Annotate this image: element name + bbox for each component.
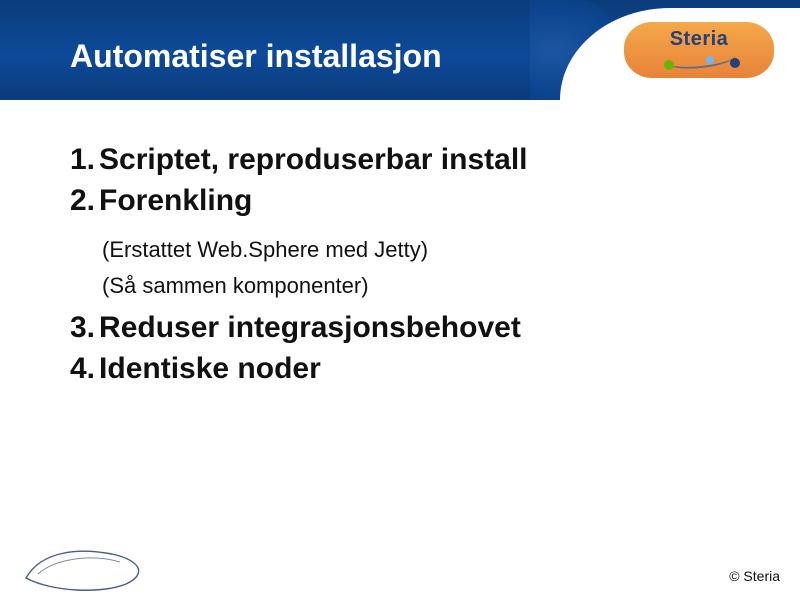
list-text: Reduser integrasjonsbehovet xyxy=(99,311,521,344)
list-text: Scriptet, reproduserbar install xyxy=(99,143,527,176)
copyright-text: © Steria xyxy=(729,568,780,584)
list-item: 3.Reduser integrasjonsbehovet xyxy=(70,308,760,349)
list-text: Forenkling xyxy=(99,184,252,217)
logo-text: Steria xyxy=(624,28,774,51)
footer-scribble-icon xyxy=(22,544,152,592)
list-text: Identiske noder xyxy=(99,352,321,385)
list-subitem: (Så sammen komponenter) xyxy=(102,271,760,301)
list-subitem: (Erstattet Web.Sphere med Jetty) xyxy=(102,235,760,265)
list-number: 1. xyxy=(70,143,95,176)
list-item: 4.Identiske noder xyxy=(70,349,760,390)
logo-dot-icon xyxy=(706,56,714,64)
content-area: 1.Scriptet, reproduserbar install 2.Fore… xyxy=(70,140,760,389)
slide-title: Automatiser installasjon xyxy=(70,38,442,75)
list-number: 2. xyxy=(70,184,95,217)
list-item: 1.Scriptet, reproduserbar install xyxy=(70,140,760,181)
list-number: 3. xyxy=(70,311,95,344)
slide: Automatiser installasjon Steria 1.Script… xyxy=(0,0,800,600)
steria-logo: Steria xyxy=(624,22,774,78)
logo-dot-icon xyxy=(730,58,740,68)
list-number: 4. xyxy=(70,352,95,385)
list-item: 2.Forenkling xyxy=(70,181,760,222)
logo-dot-icon xyxy=(664,60,674,70)
